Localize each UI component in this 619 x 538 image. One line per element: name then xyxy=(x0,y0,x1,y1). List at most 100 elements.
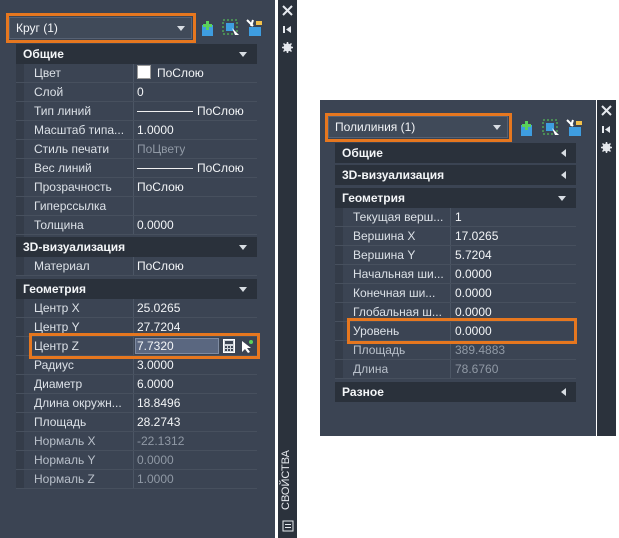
property-value: 1.0000 xyxy=(137,123,174,137)
property-label: Слой xyxy=(34,85,64,99)
close-icon[interactable] xyxy=(601,105,612,116)
property-value: 28.2743 xyxy=(137,415,181,429)
left-property-grid: Общие Цвет ПоСлою Слой 0 Тип линий ПоСло… xyxy=(16,44,257,492)
property-value: 0 xyxy=(137,85,144,99)
category-misc-title: Разное xyxy=(342,385,384,399)
property-label: Центр X xyxy=(34,301,80,315)
property-label: Площадь xyxy=(34,415,87,429)
property-label: Нормаль Z xyxy=(34,472,95,486)
property-row-thickness[interactable]: Толщина 0.0000 xyxy=(16,216,257,235)
property-row-hyperlink[interactable]: Гиперссылка xyxy=(16,197,257,216)
elevation-highlight xyxy=(347,318,577,344)
property-row-center-x[interactable]: Центр X 25.0265 xyxy=(16,299,257,318)
palette-menu-icon[interactable] xyxy=(282,520,294,532)
category-3d-title: 3D-визуализация xyxy=(23,240,126,254)
auto-hide-icon[interactable] xyxy=(282,24,293,35)
color-swatch-icon xyxy=(137,65,151,79)
category-general[interactable]: Общие xyxy=(16,44,257,64)
expand-icon xyxy=(561,149,566,157)
category-general-title: Общие xyxy=(342,146,383,160)
auto-hide-icon[interactable] xyxy=(601,124,612,135)
category-geometry[interactable]: Геометрия xyxy=(16,279,257,299)
property-row-diameter[interactable]: Диаметр 6.0000 xyxy=(16,375,257,394)
property-row-normal-x[interactable]: Нормаль X -22.1312 xyxy=(16,432,257,451)
category-general[interactable]: Общие xyxy=(335,143,576,163)
property-row-plotstyle[interactable]: Стиль печати ПоЦвету xyxy=(16,140,257,159)
category-3d-visualization[interactable]: 3D-визуализация xyxy=(16,237,257,257)
property-row-length[interactable]: Длина 78.6760 xyxy=(335,360,576,379)
select-objects-icon[interactable] xyxy=(541,118,561,138)
selector-highlight-right xyxy=(325,113,512,142)
property-row-vertex-y[interactable]: Вершина Y 5.7204 xyxy=(335,246,576,265)
property-row-normal-y[interactable]: Нормаль Y 0.0000 xyxy=(16,451,257,470)
property-value: ПоСлою xyxy=(197,161,244,175)
property-label: Начальная ши... xyxy=(353,267,444,281)
property-row-lineweight[interactable]: Вес линий ПоСлою xyxy=(16,159,257,178)
property-row-start-width[interactable]: Начальная ши... 0.0000 xyxy=(335,265,576,284)
quick-select-icon[interactable] xyxy=(565,118,585,138)
property-label: Масштаб типа... xyxy=(34,123,125,137)
close-icon[interactable] xyxy=(282,5,293,16)
property-value: 25.0265 xyxy=(137,301,181,315)
quick-select-icon[interactable] xyxy=(245,18,265,38)
property-row-end-width[interactable]: Конечная ши... 0.0000 xyxy=(335,284,576,303)
category-general-title: Общие xyxy=(23,47,64,61)
selector-highlight xyxy=(6,13,196,43)
property-value: 1 xyxy=(455,210,462,224)
toggle-pickadd-icon[interactable] xyxy=(199,18,219,38)
property-label: Нормаль Y xyxy=(34,453,96,467)
property-label: Вершина Y xyxy=(353,248,416,262)
category-3d-visualization[interactable]: 3D-визуализация xyxy=(335,165,576,185)
property-label: Толщина xyxy=(34,218,84,232)
property-value: ПоСлою xyxy=(197,104,244,118)
property-row-material[interactable]: Материал ПоСлою xyxy=(16,257,257,276)
collapse-icon xyxy=(239,52,247,57)
property-row-current-vertex[interactable]: Текущая верш... 1 xyxy=(335,208,576,227)
property-row-transparency[interactable]: Прозрачность ПоСлою xyxy=(16,178,257,197)
properties-side-tab[interactable]: СВОЙСТВА xyxy=(280,450,292,510)
property-label: Стиль печати xyxy=(34,142,110,156)
property-row-area[interactable]: Площадь 28.2743 xyxy=(16,413,257,432)
property-value: 17.0265 xyxy=(455,229,499,243)
property-label: Диаметр xyxy=(34,377,83,391)
property-value: ПоСлою xyxy=(137,259,184,273)
property-row-linetype-scale[interactable]: Масштаб типа... 1.0000 xyxy=(16,121,257,140)
category-misc[interactable]: Разное xyxy=(335,382,576,402)
lineweight-preview xyxy=(137,168,193,170)
settings-icon[interactable] xyxy=(601,142,612,153)
property-label: Нормаль X xyxy=(34,434,96,448)
property-value: 6.0000 xyxy=(137,377,174,391)
category-geometry-title: Геометрия xyxy=(23,282,87,296)
property-value: ПоЦвету xyxy=(137,142,186,156)
property-row-linetype[interactable]: Тип линий ПоСлою xyxy=(16,102,257,121)
property-row-layer[interactable]: Слой 0 xyxy=(16,83,257,102)
property-row-normal-z[interactable]: Нормаль Z 1.0000 xyxy=(16,470,257,489)
collapse-icon xyxy=(239,245,247,250)
property-value: 0.0000 xyxy=(455,286,492,300)
property-label: Вес линий xyxy=(34,161,92,175)
toggle-pickadd-icon[interactable] xyxy=(518,118,538,138)
property-value: -22.1312 xyxy=(137,434,185,448)
center-z-highlight xyxy=(29,333,260,359)
property-value: 1.0000 xyxy=(137,472,174,486)
property-label: Конечная ши... xyxy=(353,286,436,300)
select-objects-icon[interactable] xyxy=(221,18,241,38)
collapse-icon xyxy=(558,196,566,201)
property-value: 18.8496 xyxy=(137,396,181,410)
property-value: 78.6760 xyxy=(455,362,499,376)
expand-icon xyxy=(561,171,566,179)
property-row-vertex-x[interactable]: Вершина X 17.0265 xyxy=(335,227,576,246)
property-label: Гиперссылка xyxy=(34,199,107,213)
property-value: ПоСлою xyxy=(157,66,204,80)
expand-icon xyxy=(561,388,566,396)
property-label: Материал xyxy=(34,259,90,273)
category-3d-title: 3D-визуализация xyxy=(342,168,445,182)
settings-icon[interactable] xyxy=(282,42,293,53)
property-row-color[interactable]: Цвет ПоСлою xyxy=(16,64,257,83)
property-label: Вершина X xyxy=(353,229,416,243)
category-geometry[interactable]: Геометрия xyxy=(335,188,576,208)
category-geometry-title: Геометрия xyxy=(342,191,406,205)
property-row-circumference[interactable]: Длина окружн... 18.8496 xyxy=(16,394,257,413)
property-value: 0.0000 xyxy=(137,453,174,467)
property-label: Текущая верш... xyxy=(353,210,444,224)
